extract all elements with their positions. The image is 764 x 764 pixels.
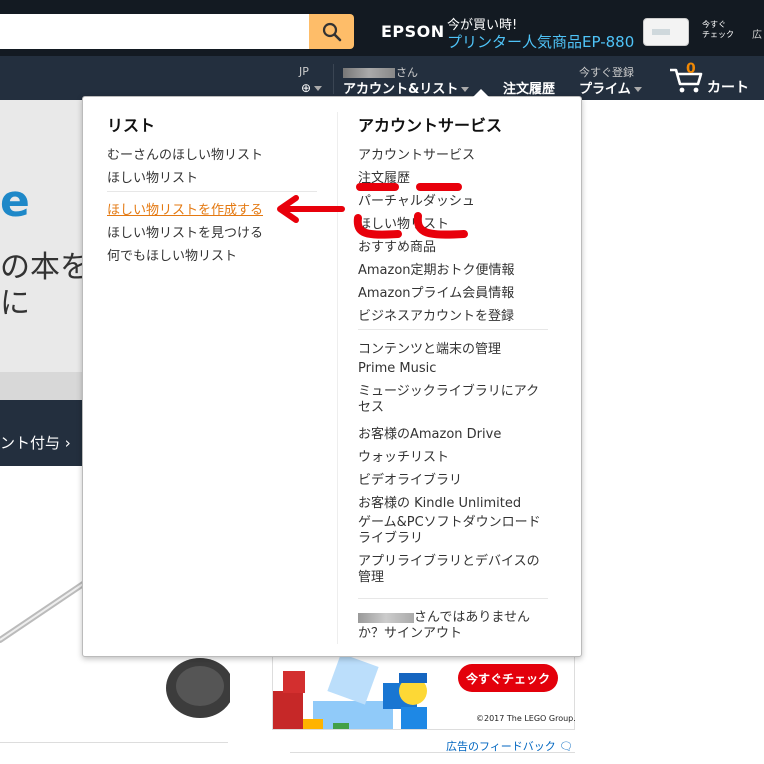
ad-brand[interactable]: EPSON [381,22,445,41]
ad-product[interactable]: プリンター人気商品EP-880 [447,31,634,52]
list-link-mu-wishlist[interactable]: むーさんのほしい物リスト [107,144,263,163]
orders-link[interactable]: 注文履歴 [503,78,555,97]
account-link-amazon-drive[interactable]: お客様のAmazon Drive [358,423,501,442]
lego-figure-image [273,653,427,729]
annotation-arrow-marker [277,183,468,239]
cart-count: 0 [686,61,696,77]
content-divider [0,742,228,743]
blurred-username [358,612,414,623]
account-link-business-signup[interactable]: ビジネスアカウントを登録 [358,305,514,324]
account-link-music-library[interactable]: ミュージックライブラリにアクセス [358,384,546,416]
account-link-kindle-unlimited[interactable]: お客様の Kindle Unlimited [358,492,521,511]
lego-copyright: ©2017 The LEGO Group. [476,714,576,723]
hero-letter: e [0,176,30,227]
universal-wishlist-link[interactable]: 何でもほしい物リスト [107,245,237,264]
promo-strip-text[interactable]: ント付与 › [0,432,71,453]
account-link-prime-music[interactable]: Prime Music [358,361,436,376]
feedback-divider [290,752,575,753]
nav-separator [333,64,334,94]
account-services-heading: アカウントサービス [358,116,503,135]
hero-shelf [0,372,83,400]
account-link-subscribe-save[interactable]: Amazon定期おトク便情報 [358,259,515,278]
right-column [580,100,764,660]
account-lists-button[interactable]: アカウント&リスト [343,78,470,97]
account-link-game-download-library[interactable]: ゲーム&PCソフトダウンロードライブラリ [358,515,548,547]
blurred-username [343,68,395,78]
language-selector[interactable]: ⊕ [301,81,323,95]
language-code[interactable]: JP [299,65,309,78]
list-link-wishlist[interactable]: ほしい物リスト [107,167,198,186]
hero-text-2: に [0,286,30,321]
caret-down-icon [633,87,642,92]
account-link-watchlist[interactable]: ウォッチリスト [358,446,449,465]
check-now-button[interactable]: 今すぐチェック [458,664,558,692]
ad-check-small[interactable]: 今すぐ チェック [702,20,734,40]
search-button[interactable] [309,14,354,49]
lists-heading: リスト [107,116,156,135]
account-link-prime-membership[interactable]: Amazonプライム会員情報 [358,282,514,301]
cart-label[interactable]: カート [707,77,749,97]
ad-marker: 広 [752,30,762,41]
account-divider-2 [358,598,548,599]
caret-down-icon [461,87,470,92]
caret-down-icon [314,86,323,91]
create-wishlist-link[interactable]: ほしい物リストを作成する [107,199,263,218]
globe-icon: ⊕ [301,81,312,95]
account-link-video-library[interactable]: ビデオライブラリ [358,469,462,488]
account-link-app-library[interactable]: アプリライブラリとデバイスの管理 [358,554,548,586]
account-link-content-devices[interactable]: コンテンツと端末の管理 [358,338,501,357]
account-divider-1 [358,329,548,330]
search-icon [322,22,341,41]
prime-button[interactable]: プライム [579,78,642,97]
flyout-arrow [473,89,489,97]
signout-link[interactable]: さんではありませんか？サインアウト [358,610,548,642]
search-input[interactable] [0,14,310,49]
printer-image[interactable] [643,18,689,46]
find-wishlist-link[interactable]: ほしい物リストを見つける [107,222,263,241]
account-link-services[interactable]: アカウントサービス [358,144,475,163]
